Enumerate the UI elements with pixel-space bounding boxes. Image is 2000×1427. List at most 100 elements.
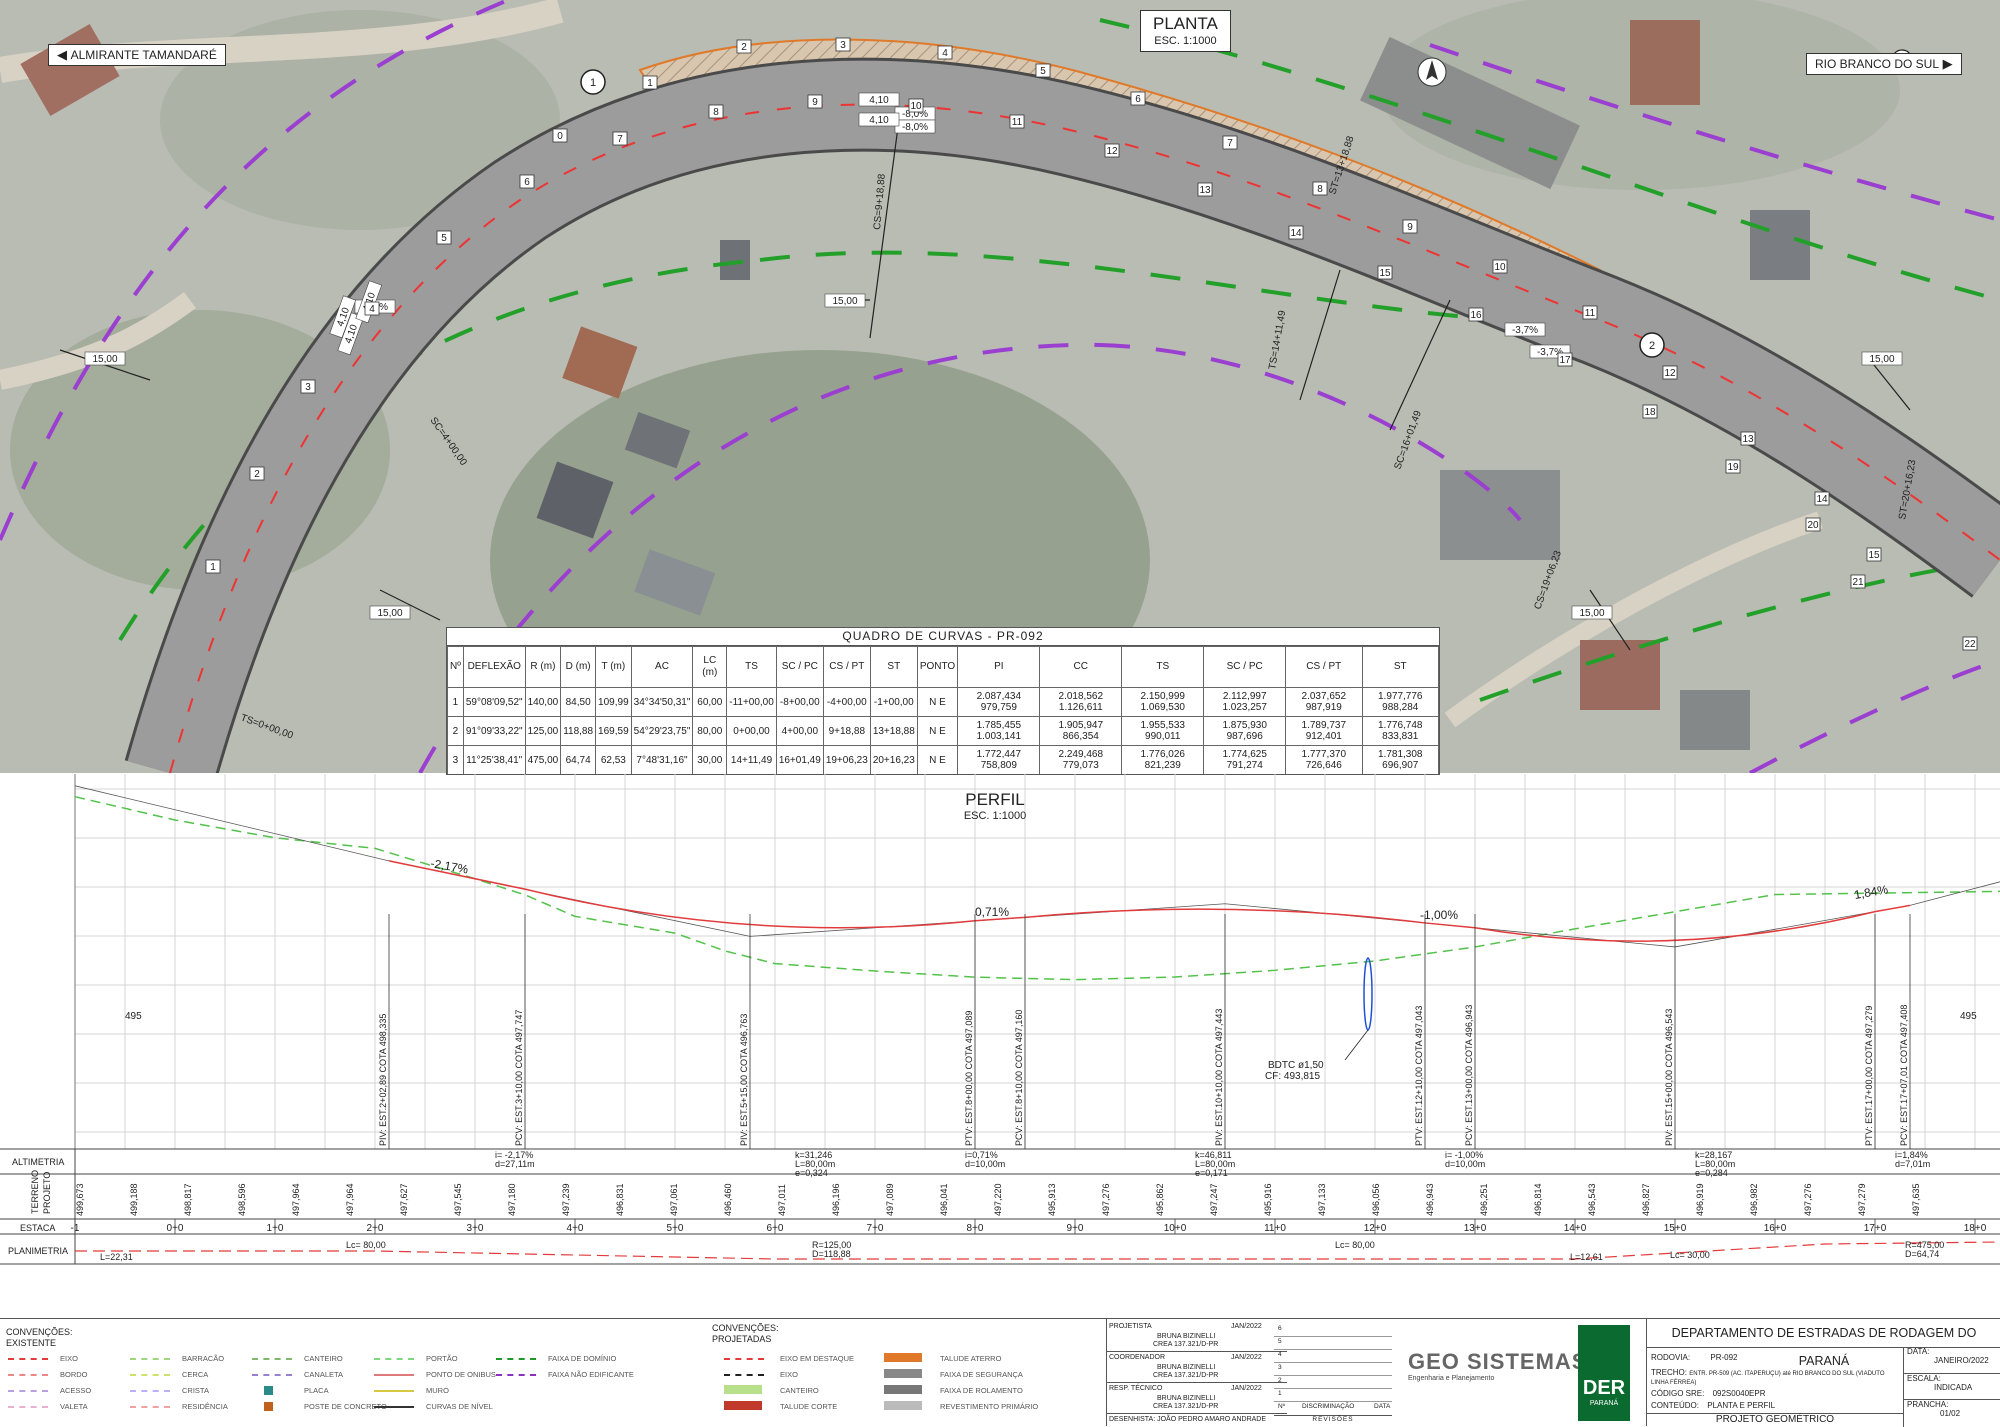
revision-number: 3 — [1278, 1364, 1282, 1371]
station-label: 4+0 — [567, 1223, 584, 1234]
station-marker-lower: 13 — [1199, 185, 1211, 196]
revision-number: 1 — [1278, 1390, 1282, 1397]
stamp-resp-name: BRUNA BIZINELLI — [1157, 1395, 1216, 1402]
curves-table-cell: 9+18,88 — [822, 716, 871, 746]
stamp-coord-name: BRUNA BIZINELLI — [1157, 1364, 1216, 1371]
curves-table-cell: 140,00 — [524, 687, 562, 717]
footer: CONVENÇÕES: EXISTENTE CONVENÇÕES: PROJET… — [0, 1318, 2000, 1427]
tb-conteudo-value: PLANTA E PERFIL — [1707, 1401, 1776, 1410]
level-value: 498,817 — [183, 1183, 193, 1216]
level-value: 497,545 — [453, 1183, 463, 1216]
station-marker-upper: 8 — [1317, 184, 1323, 195]
planimetria-value: D=64,74 — [1905, 1249, 1939, 1259]
legend-swatch — [374, 1374, 414, 1376]
legend-item-label: CURVAS DE NÍVEL — [426, 1402, 493, 1411]
legend-swatch — [130, 1374, 170, 1376]
legend-item-label: FAIXA DE SEGURANÇA — [940, 1370, 1023, 1379]
level-value: 497,247 — [1209, 1183, 1219, 1216]
stamp-resp-tecnico: RESP. TÉCNICO JAN/2022 BRUNA BIZINELLI C… — [1107, 1383, 1287, 1414]
level-value: 497,276 — [1803, 1183, 1813, 1216]
level-value: 496,831 — [615, 1183, 625, 1216]
curves-table-cell: 62,53 — [595, 745, 632, 774]
legend-item-label: TALUDE CORTE — [780, 1402, 838, 1411]
destination-right-text: RIO BRANCO DO SUL — [1815, 57, 1940, 71]
altimetria-value: d=27,11m — [495, 1159, 535, 1169]
curves-table-cell: 169,59 — [595, 716, 632, 746]
legend-item-label: BORDO — [60, 1370, 88, 1379]
curves-table-cell: 118,88 — [560, 716, 597, 746]
curves-table-cell: 4+00,00 — [775, 716, 824, 746]
curves-table-cell: 1.905,947 866,354 — [1039, 716, 1123, 746]
building — [1750, 210, 1810, 280]
building — [1580, 640, 1660, 710]
curves-table-cell: 109,99 — [595, 687, 632, 717]
station-label: 11+0 — [1264, 1223, 1286, 1234]
level-value: 497,220 — [993, 1183, 1003, 1216]
plan-annotation: 15,00 — [832, 296, 857, 307]
plan-title-box: PLANTA ESC. 1:1000 — [1140, 10, 1231, 52]
legend-swatch — [724, 1374, 764, 1376]
station-marker-upper: 5 — [1040, 66, 1046, 77]
station-marker-lower: 17 — [1559, 355, 1571, 366]
legend-item-label: VALETA — [60, 1402, 88, 1411]
station-marker-upper: 13 — [1742, 434, 1754, 445]
revision-number: 2 — [1278, 1377, 1282, 1384]
legend-item-label: PORTÃO — [426, 1354, 458, 1363]
curves-table-cell: 1.785,455 1.003,141 — [957, 716, 1041, 746]
level-value: 497,964 — [345, 1183, 355, 1216]
station-label: 5+0 — [667, 1223, 684, 1234]
grade-label: 1,84% — [1853, 882, 1889, 902]
revision-header: DISCRIMINAÇÃO — [1302, 1403, 1355, 1410]
stamp-resp-date: JAN/2022 — [1231, 1385, 1262, 1392]
profile-title-box: PERFIL ESC. 1:1000 — [900, 790, 1090, 822]
revision-row: 1 — [1274, 1388, 1392, 1402]
curves-table-cell: 16+01,49 — [775, 745, 824, 774]
tb-trecho-value: ENTR. PR-509 (AC. ITAPERUÇU) até RIO BRA… — [1651, 1371, 1885, 1386]
plan-annotation: 15,00 — [1869, 354, 1894, 365]
plan-title: PLANTA — [1153, 14, 1218, 33]
level-value: 495,862 — [1155, 1183, 1165, 1216]
station-marker-lower: 8 — [713, 107, 719, 118]
level-value: 496,982 — [1749, 1183, 1759, 1216]
culvert-elevation: CF: 493,815 — [1265, 1071, 1320, 1082]
revision-number: 4 — [1278, 1351, 1282, 1358]
curves-table-cell: N E — [916, 745, 959, 774]
revision-table: 6 5 4 3 2 1 Nº DISCRIMINAÇÃO DATA REVISÕES — [1274, 1319, 1392, 1426]
curves-table-cell: 84,50 — [560, 687, 597, 717]
station-marker-lower: 22 — [1964, 639, 1976, 650]
curves-table-body: 1 59°08'09,52" 140,00 84,50 109,99 34°34'50,3… — [447, 687, 1439, 774]
vertical-station-label: PCV: EST.17+07,01 COTA 497,408 — [1899, 1005, 1909, 1146]
geosistemas-logo-subtitle: Engenharia e Planejamento — [1408, 1375, 1495, 1382]
curves-table-header: LC (m) — [692, 646, 728, 688]
legend-item-label: CANTEIRO — [304, 1354, 343, 1363]
curves-table-cell: 1.789,737 912,401 — [1285, 716, 1363, 746]
curves-table-cell: 1.777,370 726,646 — [1285, 745, 1363, 774]
profile-drawing: 495 495-2,17%0,71% -1,00%1,84%PIV: EST.2+0… — [0, 774, 2000, 1265]
tb-rodovia: RODOVIA: PR-092 — [1651, 1353, 1737, 1362]
legend-item-label: MURO — [426, 1386, 449, 1395]
der-logo-subtitle: PARANÁ — [1589, 1400, 1619, 1407]
grade-label: -1,00% — [1420, 908, 1458, 922]
level-value: 495,913 — [1047, 1183, 1057, 1216]
curves-table-cell: 54°29'23,75" — [630, 716, 694, 746]
plan-scale: ESC. 1:1000 — [1154, 35, 1217, 47]
curves-table-cell: 2.018,562 1.126,611 — [1039, 687, 1123, 717]
legend-item-label: CANTEIRO — [780, 1386, 819, 1395]
curves-table-cell: 19+06,23 — [822, 745, 871, 774]
altimetria-value: d=10,00m — [1445, 1159, 1485, 1169]
tb-escala-value: INDICADA — [1934, 1383, 1973, 1392]
curves-table-header: PONTO — [916, 646, 959, 688]
station-marker-lower: 6 — [524, 177, 530, 188]
curves-table-cell: 2.249,468 779,073 — [1039, 745, 1123, 774]
curves-table-header: ST — [1361, 646, 1439, 688]
station-label: 17+0 — [1864, 1223, 1887, 1234]
curves-table-cell: 1.955,533 990,011 — [1121, 716, 1205, 746]
station-label: -1 — [71, 1223, 80, 1234]
station-marker-upper: 12 — [1664, 368, 1676, 379]
station-label: 0+0 — [167, 1223, 184, 1234]
altimetria-value: e=0,324 — [795, 1168, 828, 1178]
station-label: 6+0 — [767, 1223, 784, 1234]
tb-prancha-label: PRANCHA: — [1907, 1400, 1949, 1409]
table-row: 1 59°08'09,52" 140,00 84,50 109,99 34°34'50,3… — [447, 687, 1439, 717]
table-row: 3 11°25'38,41" 475,00 64,74 62,53 7°48'31,16"… — [447, 745, 1439, 774]
